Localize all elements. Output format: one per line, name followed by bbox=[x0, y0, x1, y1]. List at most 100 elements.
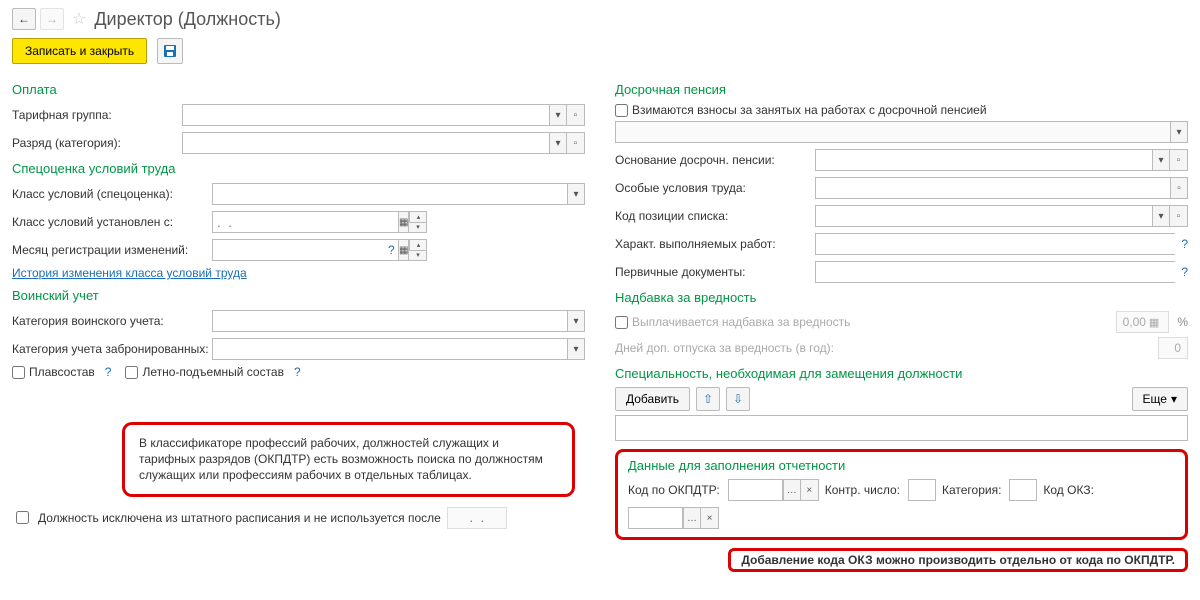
okpdtr-input[interactable] bbox=[728, 479, 783, 501]
ellipsis-icon[interactable]: … bbox=[683, 507, 701, 529]
plavsostav-label: Плавсостав bbox=[29, 365, 95, 379]
spin-up-icon[interactable]: ▴ bbox=[409, 211, 427, 222]
percent-label: % bbox=[1177, 315, 1188, 329]
section-pension: Досрочная пенсия bbox=[615, 82, 1188, 97]
calendar-icon[interactable]: ▦ bbox=[398, 211, 409, 233]
dropdown-icon[interactable]: ▾ bbox=[567, 338, 585, 360]
help-icon[interactable]: ? bbox=[294, 365, 301, 379]
dropdown-icon[interactable]: ▾ bbox=[549, 132, 567, 154]
tarif-group-input[interactable] bbox=[182, 104, 549, 126]
kod-poz-input[interactable] bbox=[815, 205, 1152, 227]
calculator-icon: ▦ bbox=[1149, 316, 1159, 329]
clear-icon[interactable]: × bbox=[801, 479, 819, 501]
label-okpdtr: Код по ОКПДТР: bbox=[628, 483, 720, 497]
label-osob-usl: Особые условия труда: bbox=[615, 181, 815, 195]
label-army-booked: Категория учета забронированных: bbox=[12, 342, 212, 356]
open-picker-icon[interactable]: ▫ bbox=[1170, 205, 1188, 227]
open-picker-icon[interactable]: ▫ bbox=[567, 104, 585, 126]
calendar-icon[interactable]: ▦ bbox=[398, 239, 409, 261]
label-categ: Категория: bbox=[942, 483, 1001, 497]
label-kontr: Контр. число: bbox=[825, 483, 900, 497]
more-button[interactable]: Еще ▾ bbox=[1132, 387, 1188, 411]
vac-days-value: 0 bbox=[1158, 337, 1188, 359]
razryad-input[interactable] bbox=[182, 132, 549, 154]
class-set-date[interactable] bbox=[212, 211, 398, 233]
label-razryad: Разряд (категория): bbox=[12, 136, 182, 150]
section-specocenka: Спецоценка условий труда bbox=[12, 161, 585, 176]
report-data-group: Данные для заполнения отчетности Код по … bbox=[615, 449, 1188, 540]
help-icon[interactable]: ? bbox=[1181, 265, 1188, 279]
categ-input[interactable] bbox=[1009, 479, 1037, 501]
label-okz: Код ОКЗ: bbox=[1043, 483, 1094, 497]
save-and-close-button[interactable]: Записать и закрыть bbox=[12, 38, 147, 64]
spin-up-icon[interactable]: ▴ bbox=[409, 239, 427, 250]
ellipsis-icon[interactable]: … bbox=[783, 479, 801, 501]
move-up-button[interactable]: ⇧ bbox=[696, 387, 720, 411]
dropdown-icon[interactable]: ▾ bbox=[549, 104, 567, 126]
open-picker-icon[interactable]: ▫ bbox=[567, 132, 585, 154]
osn-pens-input[interactable] bbox=[815, 149, 1152, 171]
label-osn-pens: Основание досрочн. пенсии: bbox=[615, 153, 815, 167]
dropdown-icon[interactable]: ▾ bbox=[567, 183, 585, 205]
section-harm: Надбавка за вредность bbox=[615, 290, 1188, 305]
label-perv-doc: Первичные документы: bbox=[615, 265, 815, 279]
annotation-okpdtr-search: В классификаторе профессий рабочих, долж… bbox=[122, 422, 575, 497]
harm-pay-checkbox[interactable] bbox=[615, 316, 628, 329]
section-spec-need: Специальность, необходимая для замещения… bbox=[615, 366, 1188, 381]
excluded-date[interactable] bbox=[447, 507, 507, 529]
favorite-star-icon[interactable]: ☆ bbox=[72, 9, 86, 29]
section-payment: Оплата bbox=[12, 82, 585, 97]
label-har-rabot: Характ. выполняемых работ: bbox=[615, 237, 815, 251]
pension-fees-label: Взимаются взносы за занятых на работах с… bbox=[632, 103, 987, 117]
pension-list-input[interactable] bbox=[615, 121, 1170, 143]
month-reg-input[interactable] bbox=[212, 239, 398, 261]
clear-icon[interactable]: × bbox=[701, 507, 719, 529]
kontr-input[interactable] bbox=[908, 479, 936, 501]
class-history-link[interactable]: История изменения класса условий труда bbox=[12, 266, 247, 280]
letno-checkbox[interactable] bbox=[125, 366, 138, 379]
spin-down-icon[interactable]: ▾ bbox=[409, 250, 427, 261]
dropdown-icon[interactable]: ▾ bbox=[1152, 149, 1170, 171]
page-title: Директор (Должность) bbox=[94, 9, 281, 30]
help-icon[interactable]: ? bbox=[388, 243, 395, 257]
move-down-button[interactable]: ⇩ bbox=[726, 387, 750, 411]
osob-usl-input[interactable] bbox=[815, 177, 1170, 199]
forward-button[interactable]: → bbox=[40, 8, 64, 30]
chevron-down-icon: ▾ bbox=[1171, 392, 1177, 406]
add-speciality-button[interactable]: Добавить bbox=[615, 387, 690, 411]
help-icon[interactable]: ? bbox=[105, 365, 112, 379]
army-booked-input[interactable] bbox=[212, 338, 567, 360]
open-picker-icon[interactable]: ▫ bbox=[1170, 149, 1188, 171]
speciality-table[interactable] bbox=[615, 415, 1188, 441]
save-button[interactable] bbox=[157, 38, 183, 64]
pension-fees-checkbox[interactable] bbox=[615, 104, 628, 117]
back-button[interactable]: ← bbox=[12, 8, 36, 30]
dropdown-icon[interactable]: ▾ bbox=[1170, 121, 1188, 143]
excluded-checkbox[interactable] bbox=[16, 511, 29, 524]
excluded-label: Должность исключена из штатного расписан… bbox=[38, 511, 441, 525]
label-month-reg: Месяц регистрации изменений: bbox=[12, 243, 212, 257]
label-vac-days: Дней доп. отпуска за вредность (в год): bbox=[615, 341, 1158, 355]
har-rabot-input[interactable] bbox=[815, 233, 1175, 255]
label-army-cat: Категория воинского учета: bbox=[12, 314, 212, 328]
army-cat-input[interactable] bbox=[212, 310, 567, 332]
dropdown-icon[interactable]: ▾ bbox=[567, 310, 585, 332]
label-class-set: Класс условий установлен с: bbox=[12, 215, 212, 229]
help-icon[interactable]: ? bbox=[1181, 237, 1188, 251]
dropdown-icon[interactable]: ▾ bbox=[1152, 205, 1170, 227]
okz-input[interactable] bbox=[628, 507, 683, 529]
spin-down-icon[interactable]: ▾ bbox=[409, 222, 427, 233]
harm-pay-label: Выплачивается надбавка за вредность bbox=[632, 315, 850, 329]
label-tarif-group: Тарифная группа: bbox=[12, 108, 182, 122]
label-class-spec: Класс условий (спецоценка): bbox=[12, 187, 212, 201]
label-kod-poz: Код позиции списка: bbox=[615, 209, 815, 223]
plavsostav-checkbox[interactable] bbox=[12, 366, 25, 379]
harm-value: 0,00▦ bbox=[1116, 311, 1170, 333]
class-spec-input[interactable] bbox=[212, 183, 567, 205]
floppy-icon bbox=[163, 44, 177, 58]
letno-label: Летно-подъемный состав bbox=[142, 365, 284, 379]
open-picker-icon[interactable]: ▫ bbox=[1170, 177, 1188, 199]
perv-doc-input[interactable] bbox=[815, 261, 1175, 283]
annotation-okz-note: Добавление кода ОКЗ можно производить от… bbox=[728, 548, 1188, 572]
section-report: Данные для заполнения отчетности bbox=[628, 458, 1175, 473]
